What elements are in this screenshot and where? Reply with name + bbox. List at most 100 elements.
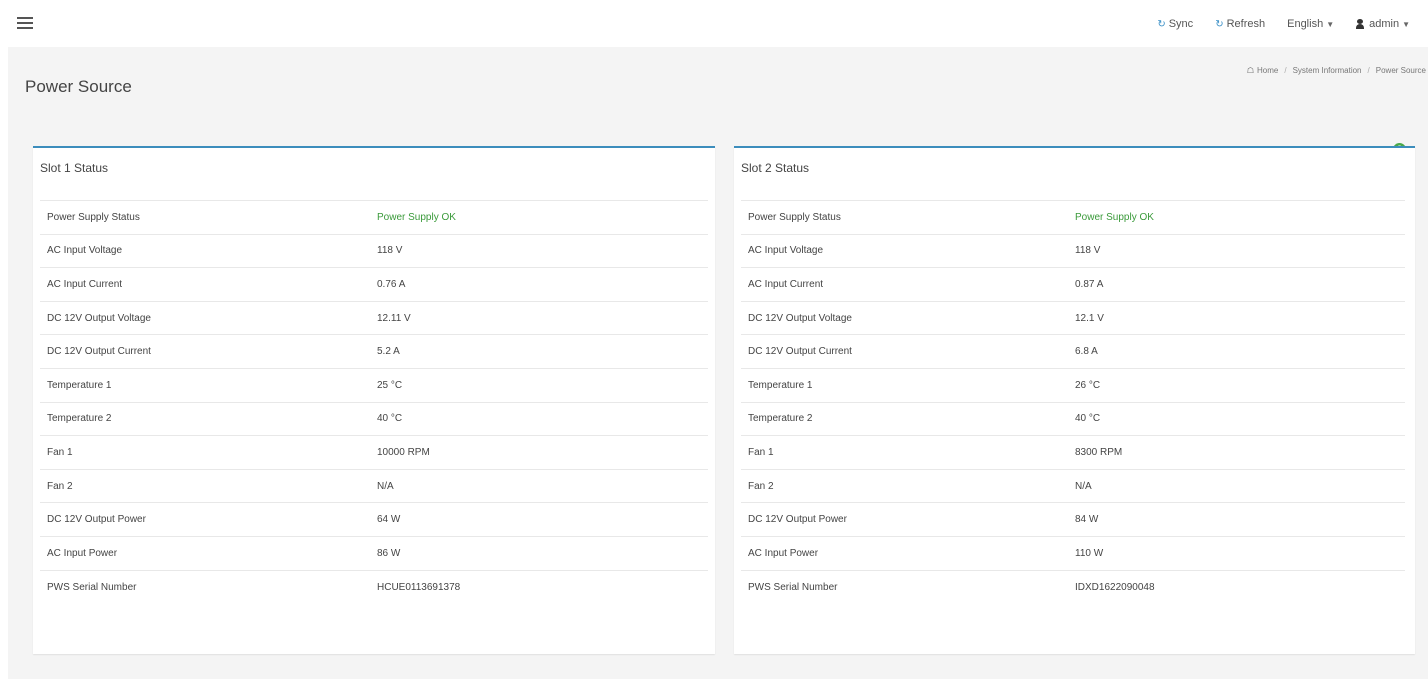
row-value: 6.8 A [1075,334,1405,369]
row-value: 0.87 A [1075,267,1405,302]
table-row: AC Input Power 86 W [40,535,708,571]
breadcrumb-parent[interactable]: System Information [1293,66,1362,75]
slot-2-table: Power Supply Status Power Supply OK AC In… [741,200,1405,604]
row-value: N/A [377,468,708,503]
row-label: DC 12V Output Current [741,334,1075,369]
table-row: DC 12V Output Voltage 12.1 V [741,300,1405,335]
language-label: English [1287,18,1324,30]
row-value: 64 W [377,502,708,537]
table-row: DC 12V Output Power 84 W [741,502,1405,537]
refresh-label: Refresh [1226,18,1266,30]
table-row: DC 12V Output Voltage 12.11 V [40,300,708,335]
row-value: 86 W [377,535,708,571]
breadcrumb-separator: / [1284,66,1287,75]
sync-button[interactable]: ↻ Sync [1157,18,1193,30]
row-label: AC Input Power [741,535,1075,571]
row-label: Fan 2 [40,468,377,503]
menu-icon[interactable] [17,17,33,29]
table-row: DC 12V Output Current 6.8 A [741,334,1405,369]
row-value: 84 W [1075,502,1405,537]
row-label: Fan 1 [40,435,377,470]
row-label: AC Input Current [741,267,1075,302]
table-row: Temperature 1 26 °C [741,367,1405,403]
language-dropdown[interactable]: English ▼ [1287,18,1334,30]
row-value: 40 °C [1075,401,1405,436]
row-label: PWS Serial Number [741,569,1075,604]
row-label: Power Supply Status [40,200,377,235]
row-label: AC Input Voltage [40,233,377,268]
row-value: N/A [1075,468,1405,503]
row-label: DC 12V Output Voltage [40,300,377,335]
top-navbar: ↻ Sync ↻ Refresh English ▼ admin ▼ [0,0,1428,47]
row-label: DC 12V Output Voltage [741,300,1075,335]
content-area: Power Source ☖ Home / System Information… [8,47,1428,679]
table-row: Power Supply Status Power Supply OK [40,200,708,235]
home-icon: ☖ [1246,66,1255,75]
row-label: AC Input Power [40,535,377,571]
row-label: Temperature 1 [40,367,377,403]
table-row: AC Input Current 0.76 A [40,267,708,302]
user-label: admin [1369,18,1400,30]
row-value: 8300 RPM [1075,435,1405,470]
row-value: 0.76 A [377,267,708,302]
row-value: 12.11 V [377,300,708,335]
row-value: 118 V [1075,233,1405,268]
row-label: DC 12V Output Current [40,334,377,369]
row-label: AC Input Current [40,267,377,302]
table-row: Fan 2 N/A [741,468,1405,503]
table-row: Fan 2 N/A [40,468,708,503]
row-value: HCUE0113691378 [377,569,708,604]
table-row: Temperature 2 40 °C [741,401,1405,436]
row-label: Fan 2 [741,468,1075,503]
chevron-down-icon: ▼ [1326,19,1335,29]
breadcrumb: ☖ Home / System Information / Power Sour… [1247,66,1426,75]
row-label: Temperature 1 [741,367,1075,403]
row-label: AC Input Voltage [741,233,1075,268]
chevron-down-icon: ▼ [1402,19,1410,29]
status-value: Power Supply OK [377,200,708,235]
table-row: DC 12V Output Power 64 W [40,502,708,537]
table-row: AC Input Current 0.87 A [741,267,1405,302]
page-title: Power Source [25,77,132,96]
table-row: Fan 1 10000 RPM [40,435,708,470]
table-row: DC 12V Output Current 5.2 A [40,334,708,369]
table-row: AC Input Voltage 118 V [40,233,708,268]
top-nav: ↻ Sync ↻ Refresh English ▼ admin ▼ [1135,14,1410,34]
breadcrumb-home[interactable]: Home [1257,66,1278,75]
row-value: IDXD1622090048 [1075,569,1405,604]
row-label: Temperature 2 [40,401,377,436]
row-label: Power Supply Status [741,200,1075,235]
row-value: 25 °C [377,367,708,403]
row-label: DC 12V Output Power [40,502,377,537]
table-row: Fan 1 8300 RPM [741,435,1405,470]
row-value: 40 °C [377,401,708,436]
table-row: Temperature 1 25 °C [40,367,708,403]
panel-title: Slot 2 Status [741,161,810,175]
row-value: 12.1 V [1075,300,1405,335]
table-row: PWS Serial Number HCUE0113691378 [40,569,708,604]
table-row: AC Input Power 110 W [741,535,1405,571]
breadcrumb-separator: / [1367,66,1370,75]
slot-2-panel: Slot 2 Status Power Supply Status Power S… [734,146,1415,654]
table-row: Temperature 2 40 °C [40,401,708,436]
row-label: PWS Serial Number [40,569,377,604]
refresh-button[interactable]: ↻ Refresh [1215,18,1265,30]
row-label: Fan 1 [741,435,1075,470]
row-label: DC 12V Output Power [741,502,1075,537]
row-label: Temperature 2 [741,401,1075,436]
row-value: 110 W [1075,535,1405,571]
slot-1-table: Power Supply Status Power Supply OK AC In… [40,200,708,604]
slot-1-panel: Slot 1 Status Power Supply Status Power S… [33,146,715,654]
row-value: 10000 RPM [377,435,708,470]
table-row: AC Input Voltage 118 V [741,233,1405,268]
sync-icon: ↻ [1157,18,1166,30]
table-row: Power Supply Status Power Supply OK [741,200,1405,235]
user-icon [1356,19,1365,29]
table-row: PWS Serial Number IDXD1622090048 [741,569,1405,604]
sync-label: Sync [1168,18,1194,30]
status-value: Power Supply OK [1075,200,1405,235]
user-menu[interactable]: admin ▼ [1356,18,1410,30]
panel-title: Slot 1 Status [40,161,109,175]
row-value: 5.2 A [377,334,708,369]
breadcrumb-current: Power Source [1375,66,1426,75]
